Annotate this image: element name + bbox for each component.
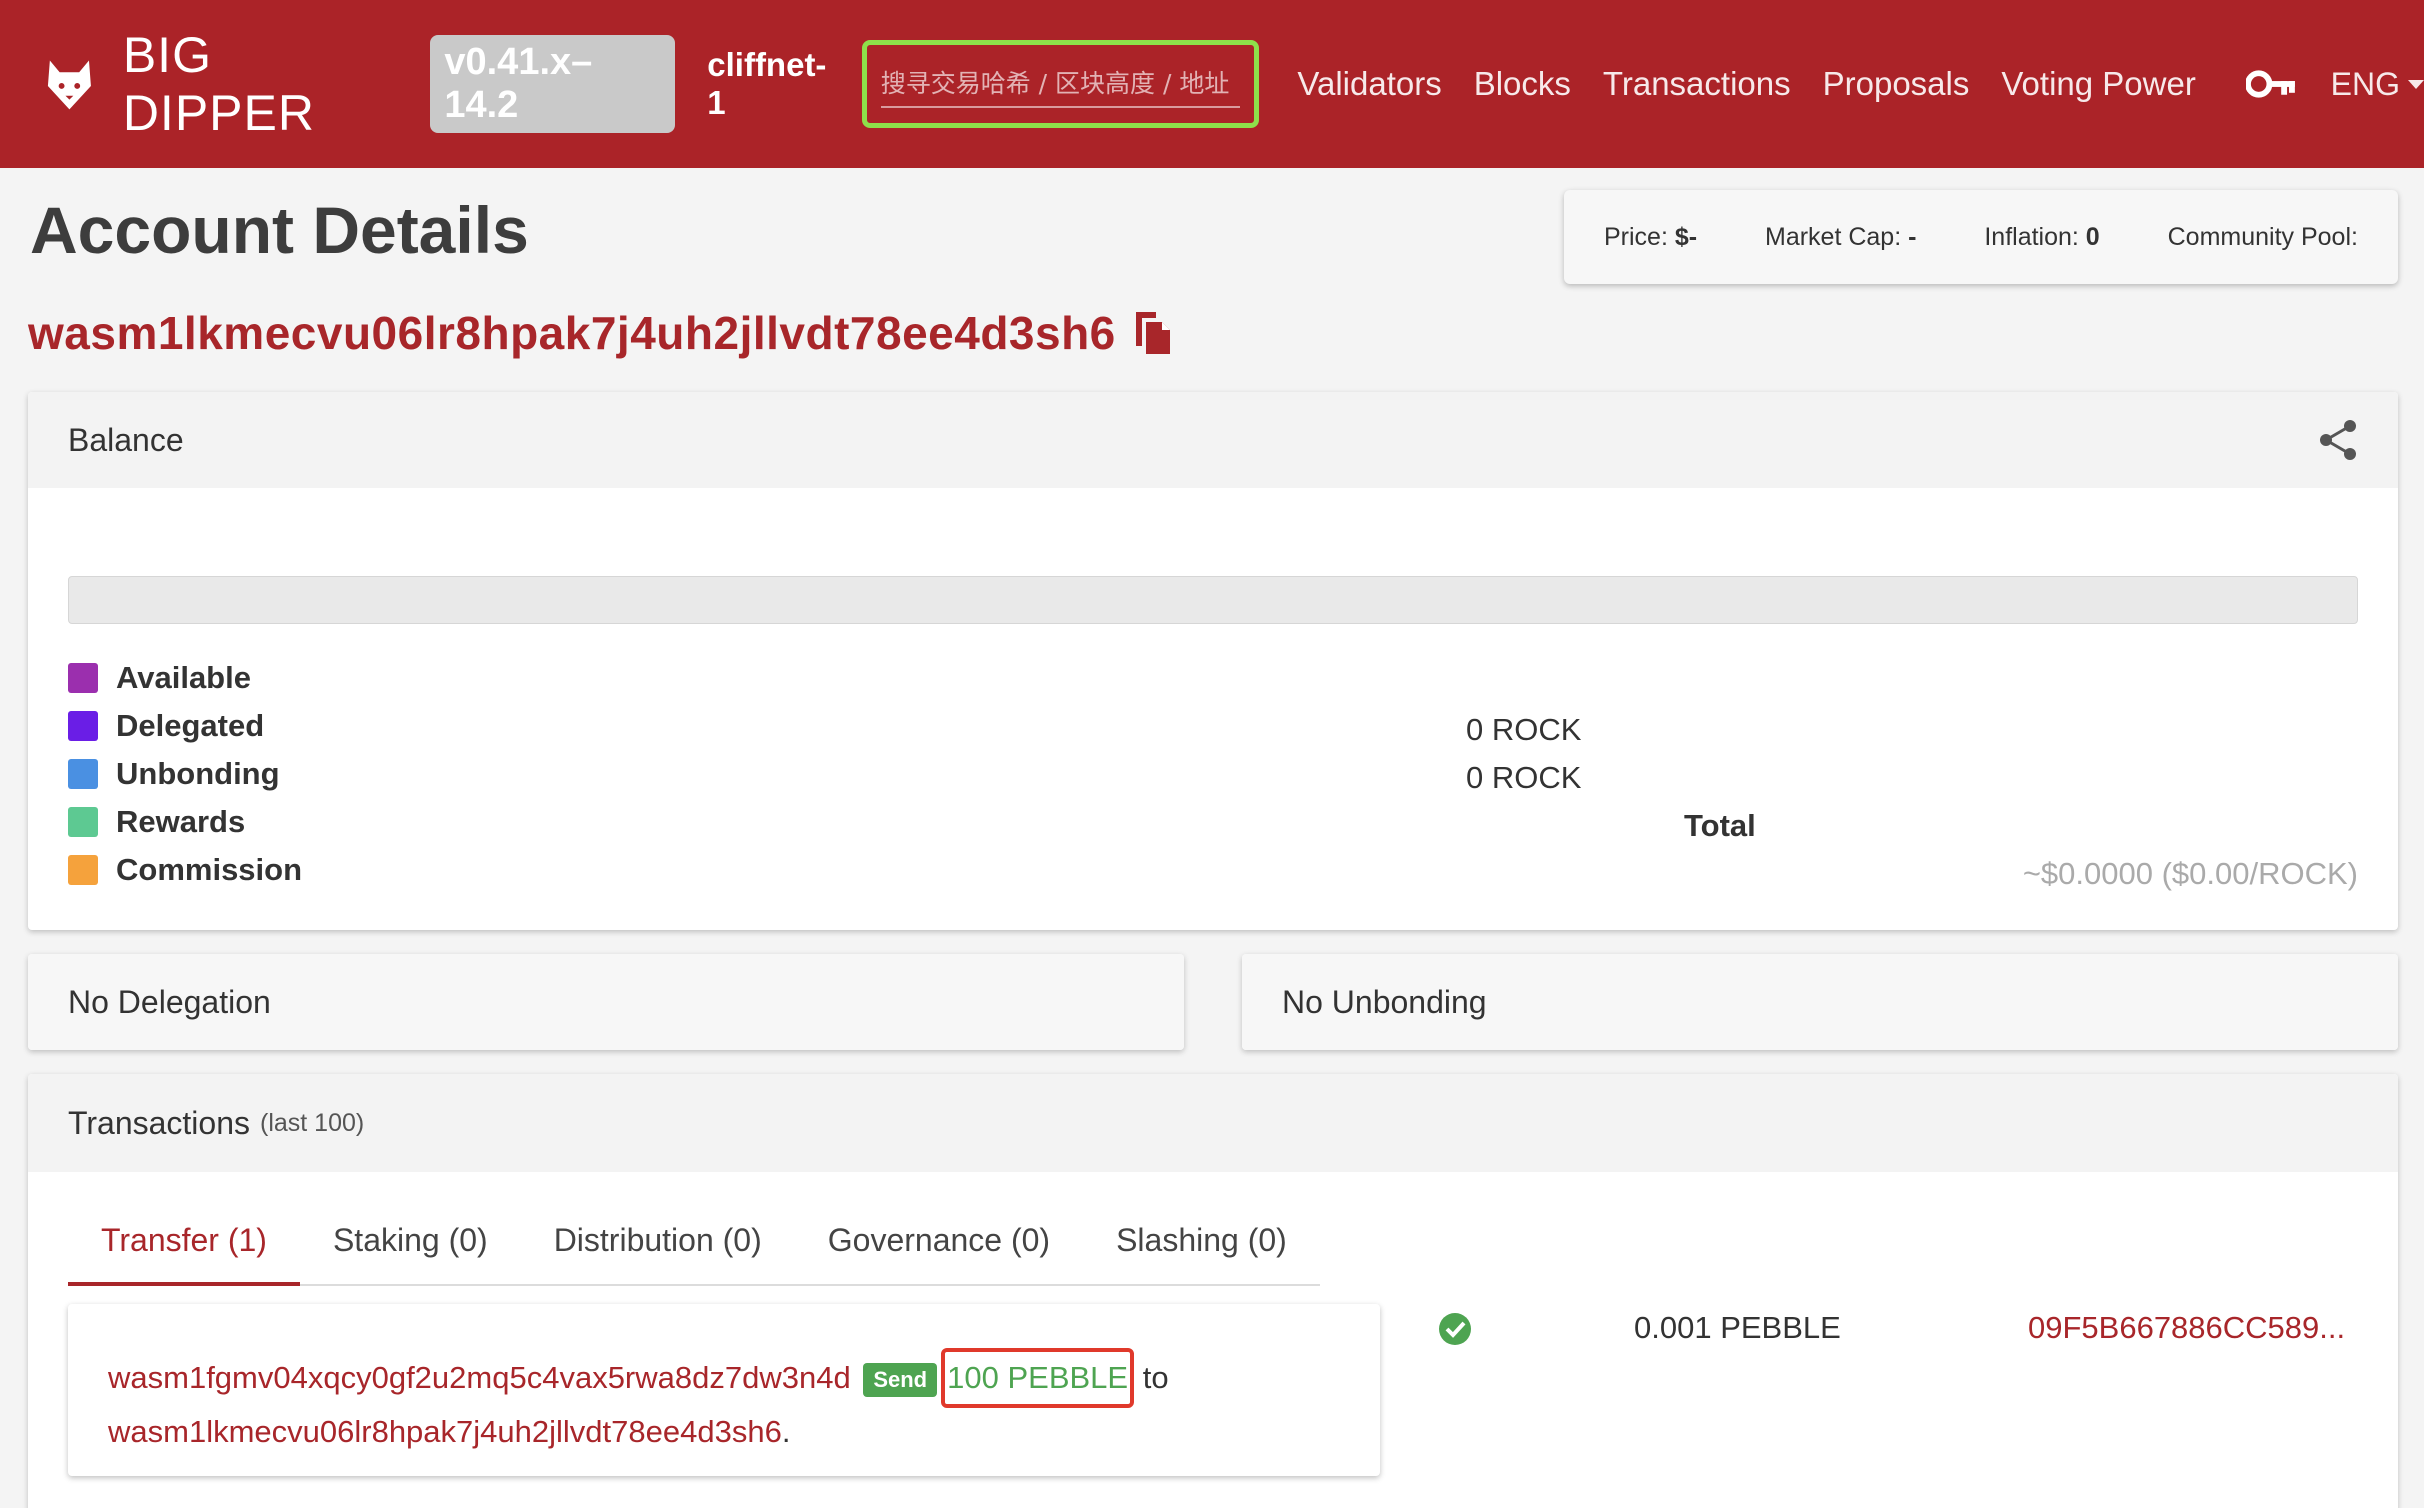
market-cap-value: - (1908, 222, 1917, 251)
delegated-amount: 0 ROCK (1466, 712, 1582, 747)
copy-icon[interactable] (1132, 310, 1172, 356)
send-badge: Send (863, 1362, 938, 1397)
legend-item-commission: Commission (68, 846, 302, 894)
tab-governance[interactable]: Governance (0) (795, 1222, 1083, 1286)
transactions-title: Transactions (68, 1104, 250, 1141)
commission-swatch (68, 855, 98, 885)
delegations-card: No Delegation (28, 954, 1184, 1050)
nav-validators[interactable]: Validators (1297, 65, 1441, 103)
tab-staking[interactable]: Staking (0) (300, 1222, 521, 1286)
nav-transactions[interactable]: Transactions (1603, 65, 1791, 103)
transaction-hash-link[interactable]: 09F5B667886CC589... (2028, 1310, 2345, 1346)
account-address: wasm1lkmecvu06lr8hpak7j4uh2jllvdt78ee4d3… (28, 306, 1172, 360)
balance-title: Balance (68, 421, 184, 458)
brand-name[interactable]: BIG DIPPER (123, 26, 413, 142)
from-address-link[interactable]: wasm1fgmv04xqcy0gf2u2mq5c4vax5rwa8dz7dw3… (108, 1360, 851, 1395)
inflation-stat: Inflation: 0 (1984, 223, 2099, 252)
unbonding-swatch (68, 759, 98, 789)
total-usd-value: ~$0.0000 ($0.00/ROCK) (2022, 856, 2358, 891)
available-swatch (68, 663, 98, 693)
to-address-link[interactable]: wasm1lkmecvu06lr8hpak7j4uh2jllvdt78ee4d3… (108, 1414, 782, 1449)
transaction-tabs: Transfer (1) Staking (0) Distribution (0… (68, 1222, 1320, 1286)
tab-slashing[interactable]: Slashing (0) (1083, 1222, 1320, 1286)
balance-header: Balance (28, 392, 2398, 488)
transfer-amount: 100 PEBBLE (941, 1348, 1135, 1408)
transactions-subtitle: (last 100) (260, 1108, 365, 1137)
unbondings-card: No Unbonding (1242, 954, 2398, 1050)
legend-item-rewards: Rewards (68, 798, 302, 846)
balance-progress-bar (68, 576, 2358, 624)
key-icon[interactable] (2245, 69, 2297, 99)
search-box (861, 40, 1260, 128)
language-label: ENG (2330, 65, 2400, 102)
price-label: Price: (1604, 222, 1675, 251)
chevron-down-icon (2408, 79, 2424, 89)
unbonding-amount: 0 ROCK (1466, 760, 1582, 795)
nav-voting-power[interactable]: Voting Power (2001, 65, 2195, 103)
inflation-label: Inflation: (1984, 222, 2086, 251)
commission-label: Commission (116, 852, 303, 887)
big-dipper-logo-icon[interactable] (44, 56, 95, 112)
rewards-swatch (68, 807, 98, 837)
period: . (781, 1414, 791, 1449)
share-icon[interactable] (2318, 419, 2358, 461)
tab-distribution[interactable]: Distribution (0) (521, 1222, 795, 1286)
search-input[interactable] (880, 60, 1241, 108)
unbonding-label: Unbonding (116, 756, 280, 791)
unbondings-header: No Unbonding (1242, 954, 2398, 1050)
transactions-header: Transactions (last 100) (28, 1074, 2398, 1172)
community-pool-stat: Community Pool: (2167, 222, 2358, 251)
language-dropdown[interactable]: ENG (2331, 66, 2424, 103)
account-address-text: wasm1lkmecvu06lr8hpak7j4uh2jllvdt78ee4d3… (28, 307, 1116, 359)
legend-item-unbonding: Unbonding (68, 750, 302, 798)
chain-id: cliffnet-1 (707, 46, 827, 121)
success-check-icon (1439, 1313, 1471, 1345)
nav-blocks[interactable]: Blocks (1474, 65, 1571, 103)
balance-legend: Available Delegated Unbonding Rewards Co… (68, 654, 302, 894)
rewards-label: Rewards (116, 804, 246, 839)
delegations-title: No Delegation (68, 983, 271, 1020)
nav-proposals[interactable]: Proposals (1823, 65, 1970, 103)
available-label: Available (116, 660, 251, 695)
delegated-label: Delegated (116, 708, 265, 743)
transactions-card: Transactions (last 100) Transfer (1) Sta… (28, 1074, 2398, 1508)
chain-stats-bar: Price: $- Market Cap: - Inflation: 0 Com… (1564, 190, 2398, 284)
total-label: Total (1684, 808, 1756, 843)
tab-transfer[interactable]: Transfer (1) (68, 1222, 300, 1286)
page-title: Account Details (30, 193, 529, 267)
balance-card: Balance Available Delegated Unbonding Re… (28, 392, 2398, 930)
legend-item-delegated: Delegated (68, 702, 302, 750)
market-cap-label: Market Cap: (1765, 222, 1909, 251)
to-word: to (1142, 1360, 1169, 1395)
inflation-value: 0 (2085, 222, 2100, 251)
version-badge: v0.41.x–14.2 (430, 35, 676, 133)
market-cap-stat: Market Cap: - (1765, 223, 1916, 252)
price-value: $- (1674, 222, 1698, 251)
legend-item-available: Available (68, 654, 302, 702)
price-stat: Price: $- (1604, 223, 1697, 252)
transaction-message: wasm1fgmv04xqcy0gf2u2mq5c4vax5rwa8dz7dw3… (68, 1304, 1380, 1476)
transaction-fee: 0.001 PEBBLE (1634, 1310, 1841, 1345)
top-navbar: BIG DIPPER v0.41.x–14.2 cliffnet-1 Valid… (0, 0, 2424, 168)
delegations-header: No Delegation (28, 954, 1184, 1050)
delegated-swatch (68, 711, 98, 741)
unbondings-title: No Unbonding (1282, 983, 1487, 1020)
